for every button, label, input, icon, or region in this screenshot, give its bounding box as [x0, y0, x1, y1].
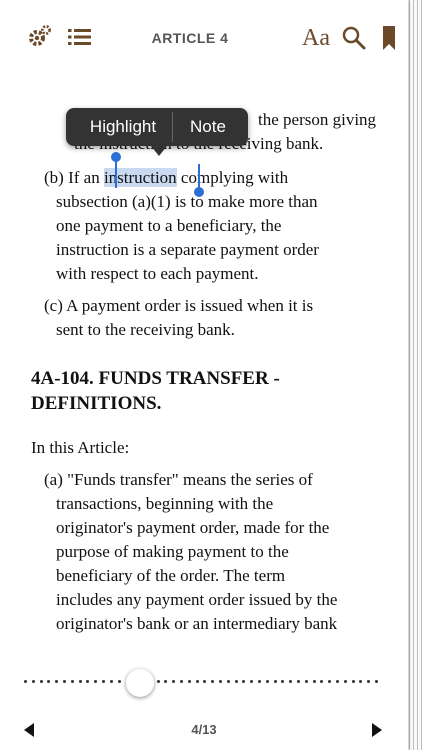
heading-line: 4A-104. FUNDS TRANSFER - — [31, 368, 280, 389]
heading-line: DEFINITIONS. — [31, 393, 162, 414]
font-size-icon[interactable]: Aa — [302, 24, 330, 52]
scrubber-dot — [281, 680, 285, 683]
selection-start-bar — [115, 160, 117, 188]
scrubber-dot — [312, 680, 316, 683]
scrubber-dot — [109, 680, 113, 683]
scrubber-dot — [172, 680, 176, 683]
scrubber-dot — [117, 680, 121, 683]
page-scrubber-knob[interactable] — [126, 669, 154, 697]
scrubber-dot — [273, 680, 277, 683]
paragraph-a-line: transactions, beginning with the — [56, 494, 274, 513]
highlight-button[interactable]: Highlight — [76, 108, 170, 146]
paragraph-a-line: originator's bank or an intermediary ban… — [56, 614, 338, 633]
scrubber-dot — [351, 680, 355, 683]
scrubber-dot — [258, 680, 261, 683]
paragraph-c-line: (c) A payment order is issued when it is — [44, 296, 314, 315]
top-toolbar: ARTICLE 4 Aa — [0, 0, 408, 76]
scrubber-dot — [343, 680, 347, 683]
scrubber-dot — [328, 680, 332, 683]
scrubber-dot — [367, 680, 371, 683]
scrubber-dot — [39, 680, 43, 683]
scrubber-dot — [226, 680, 230, 683]
scrubber-dot — [359, 680, 363, 683]
scrubber-dot — [195, 680, 199, 683]
paragraph-b-line: with respect to each payment. — [56, 264, 259, 283]
paragraph-a-line: includes any payment order issued by the — [56, 590, 338, 609]
scrubber-dot — [164, 680, 168, 683]
page-number: 4/13 — [191, 722, 217, 737]
paragraph-b-first-line: (b) If an instruction complying with — [44, 166, 288, 190]
scrubber-dot — [203, 680, 207, 683]
scrubber-dot — [86, 680, 90, 683]
scrubber-dot — [78, 680, 82, 683]
menu-pointer — [151, 146, 167, 156]
paragraph-b-line: one payment to a beneficiary, the — [56, 216, 282, 235]
paragraph-b-line: instruction is a separate payment order — [56, 240, 319, 259]
scrubber-dot — [375, 680, 378, 683]
page-scrubber-track[interactable] — [24, 680, 384, 684]
hidden-line-1: the person giving — [258, 110, 377, 129]
scrubber-dot — [265, 680, 269, 683]
paragraph-b-prefix: (b) If an — [44, 168, 104, 187]
scrubber-dot — [94, 680, 98, 683]
scrubber-dot — [24, 680, 27, 683]
paragraph-a-line: purpose of making payment to the — [56, 542, 289, 561]
paragraph-c-line: sent to the receiving bank. — [56, 320, 235, 339]
scrubber-dot — [234, 680, 238, 683]
page-stack-edge — [406, 0, 422, 750]
scrubber-dot — [102, 680, 105, 683]
scrubber-dot — [289, 680, 293, 683]
selection-end-handle[interactable] — [194, 187, 204, 197]
scrubber-dot — [55, 680, 59, 683]
scrubber-dot — [304, 680, 308, 683]
note-button[interactable]: Note — [176, 108, 240, 146]
selection-menu: Highlight Note — [66, 108, 248, 156]
paragraph-a-line: (a) "Funds transfer" means the series of — [44, 470, 313, 489]
scrubber-dot — [242, 680, 246, 683]
intro-text: In this Article: — [31, 438, 130, 457]
scrubber-dot — [250, 680, 254, 683]
scrubber-dot — [180, 680, 183, 683]
scrubber-dot — [47, 680, 51, 683]
next-page-arrow-icon[interactable] — [372, 723, 382, 737]
paragraph-b-suffix: complying with — [176, 168, 289, 187]
paragraph-b-line: subsection (a)(1) is to make more than — [56, 192, 318, 211]
scrubber-dot — [297, 680, 300, 683]
scrubber-dot — [31, 680, 35, 683]
search-icon[interactable] — [342, 26, 366, 55]
scrubber-dot — [211, 680, 215, 683]
scrubber-dot — [70, 680, 74, 683]
bookmark-icon[interactable] — [383, 26, 395, 55]
paragraph-a-line: originator's payment order, made for the — [56, 518, 330, 537]
scrubber-dot — [63, 680, 66, 683]
scrubber-dot — [320, 680, 324, 683]
menu-divider — [172, 112, 173, 142]
scrubber-dot — [219, 680, 222, 683]
paragraph-a-line: beneficiary of the order. The term — [56, 566, 286, 585]
scrubber-dot — [336, 680, 339, 683]
scrubber-dot — [156, 680, 160, 683]
scrubber-dot — [187, 680, 191, 683]
book-page: ARTICLE 4 Aa the person giving the instr… — [0, 0, 408, 750]
section-heading: 4A-104. FUNDS TRANSFER - DEFINITIONS. — [31, 366, 371, 416]
